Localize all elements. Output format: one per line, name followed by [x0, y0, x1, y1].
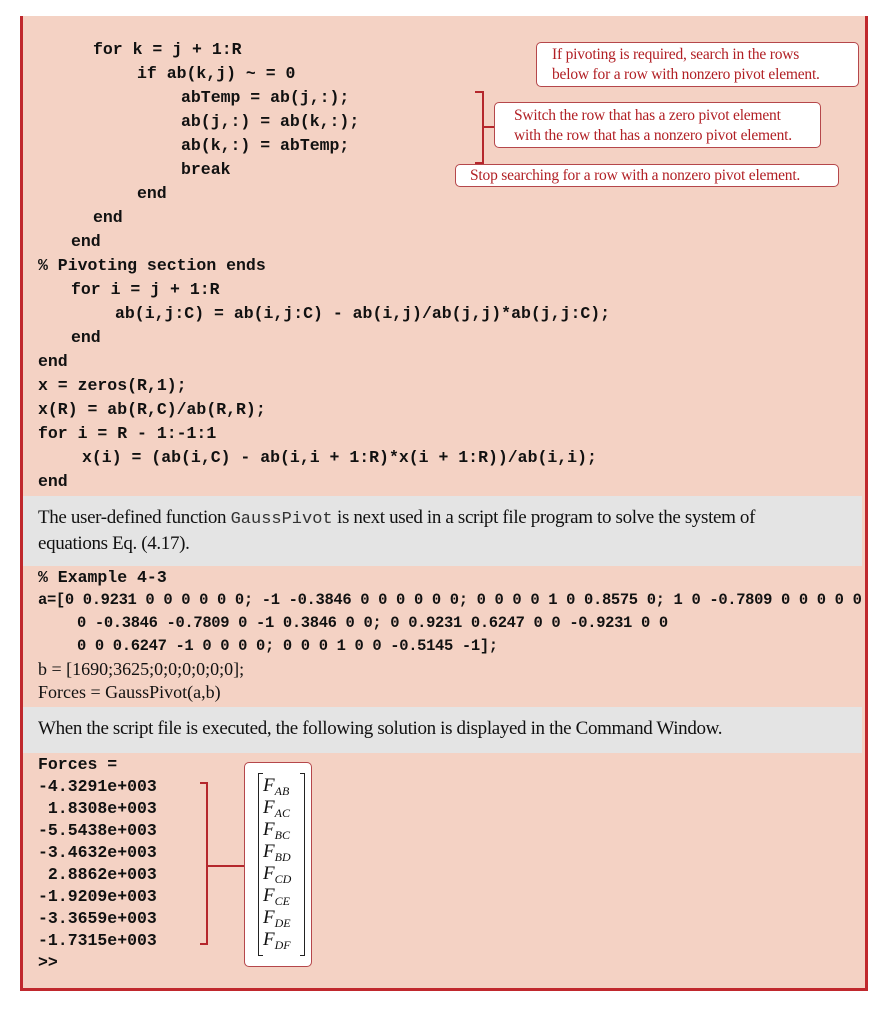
output-bracket-bottom-tick [200, 943, 208, 945]
code-line: x(i) = (ab(i,C) - ab(i,i + 1:R)*x(i + 1:… [82, 448, 597, 467]
force-label: FDF [263, 929, 291, 952]
code-line: Forces = GaussPivot(a,b) [38, 682, 221, 702]
output-bracket-vertical [206, 782, 208, 945]
callout-search-rows: If pivoting is required, search in the r… [536, 42, 859, 87]
code-line: x = zeros(R,1); [38, 376, 187, 395]
prose-paragraph: The user-defined function GaussPivot is … [38, 506, 755, 556]
code-line: end [71, 232, 101, 251]
output-bracket-top-tick [200, 782, 208, 784]
code-line: ab(j,:) = ab(k,:); [181, 112, 360, 131]
code-line: for i = R - 1:-1:1 [38, 424, 217, 443]
code-line: break [181, 160, 231, 179]
prose-paragraph: When the script file is executed, the fo… [38, 718, 723, 739]
code-comment: % Pivoting section ends [38, 256, 266, 275]
output-header: Forces = [38, 755, 118, 774]
bracket-top-tick [475, 91, 484, 93]
output-value: -1.9209e+003 [38, 887, 157, 906]
output-value: 1.8308e+003 [38, 799, 157, 818]
code-line: abTemp = ab(j,:); [181, 88, 350, 107]
output-value: -3.3659e+003 [38, 909, 157, 928]
output-value: -3.4632e+003 [38, 843, 157, 862]
output-value: -1.7315e+003 [38, 931, 157, 950]
code-line: ab(i,j:C) = ab(i,j:C) - ab(i,j)/ab(j,j)*… [115, 304, 611, 323]
callout-switch-rows: Switch the row that has a zero pivot ele… [494, 102, 821, 148]
code-line: end [137, 184, 167, 203]
code-line: end [93, 208, 123, 227]
code-line: end [38, 472, 68, 491]
code-line: end [71, 328, 101, 347]
callout-stop-search: Stop searching for a row with a nonzero … [455, 164, 839, 187]
output-value: 2.8862e+003 [38, 865, 157, 884]
prose-text: equations Eq. (4.17). [38, 533, 190, 554]
code-line: for k = j + 1:R [93, 40, 242, 59]
inline-code-function-name: GaussPivot [230, 510, 333, 529]
code-line: ab(k,:) = abTemp; [181, 136, 350, 155]
code-line: a=[0 0.9231 0 0 0 0 0 0; -1 -0.3846 0 0 … [38, 591, 862, 609]
code-line: 0 -0.3846 -0.7809 0 -1 0.3846 0 0; 0 0.9… [77, 614, 668, 632]
prose-text: The user-defined function [38, 507, 231, 528]
output-value: -5.5438e+003 [38, 821, 157, 840]
code-line: end [38, 352, 68, 371]
code-line: x(R) = ab(R,C)/ab(R,R); [38, 400, 266, 419]
code-line: b = [1690;3625;0;0;0;0;0;0]; [38, 659, 245, 679]
code-line: for i = j + 1:R [71, 280, 220, 299]
code-line: if ab(k,j) ~ = 0 [137, 64, 296, 83]
prose-text: is next used in a script file program to… [332, 507, 756, 528]
output-bracket-connector [206, 865, 244, 867]
code-comment: % Example 4-3 [38, 568, 167, 587]
bracket-vertical [482, 92, 484, 164]
command-prompt[interactable]: >> [38, 952, 58, 974]
output-value: -4.3291e+003 [38, 777, 157, 796]
code-line: 0 0 0.6247 -1 0 0 0 0; 0 0 0 1 0 0 -0.51… [77, 637, 498, 655]
